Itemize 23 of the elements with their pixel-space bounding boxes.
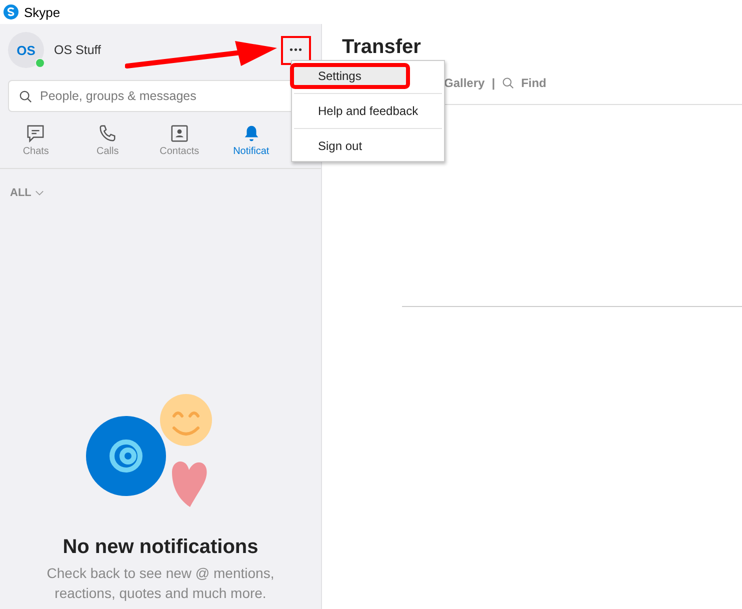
menu-item[interactable]: Settings <box>292 65 408 87</box>
chevron-down-icon <box>35 190 44 196</box>
empty-state-text: Check back to see new @ mentions, reactions, quotes and much more. <box>46 564 276 603</box>
skype-logo-icon <box>3 4 19 20</box>
filter-dropdown[interactable]: ALL <box>10 187 44 199</box>
profile-name[interactable]: OS Stuff <box>54 43 102 57</box>
nav-tab[interactable]: Chats <box>0 124 72 156</box>
empty-state-title: No new notifications <box>62 536 258 559</box>
nav-tab[interactable]: Calls <box>72 124 144 156</box>
phone-icon <box>98 124 118 142</box>
find-button[interactable]: Find <box>521 76 546 90</box>
toolbar-separator: | <box>492 76 496 90</box>
menu-item[interactable]: Sign out <box>292 135 444 157</box>
search-icon <box>19 90 32 102</box>
contact-card-icon <box>170 124 189 142</box>
nav-tab[interactable]: Contacts <box>144 124 216 156</box>
window-title: Skype <box>24 4 60 20</box>
avatar[interactable]: OS <box>8 32 44 68</box>
chat-icon <box>26 124 46 142</box>
conversation-title: Transfer <box>342 36 422 58</box>
search-icon <box>502 77 514 89</box>
nav-tab[interactable]: Notificat <box>215 124 287 156</box>
gallery-button[interactable]: Gallery <box>444 76 485 90</box>
